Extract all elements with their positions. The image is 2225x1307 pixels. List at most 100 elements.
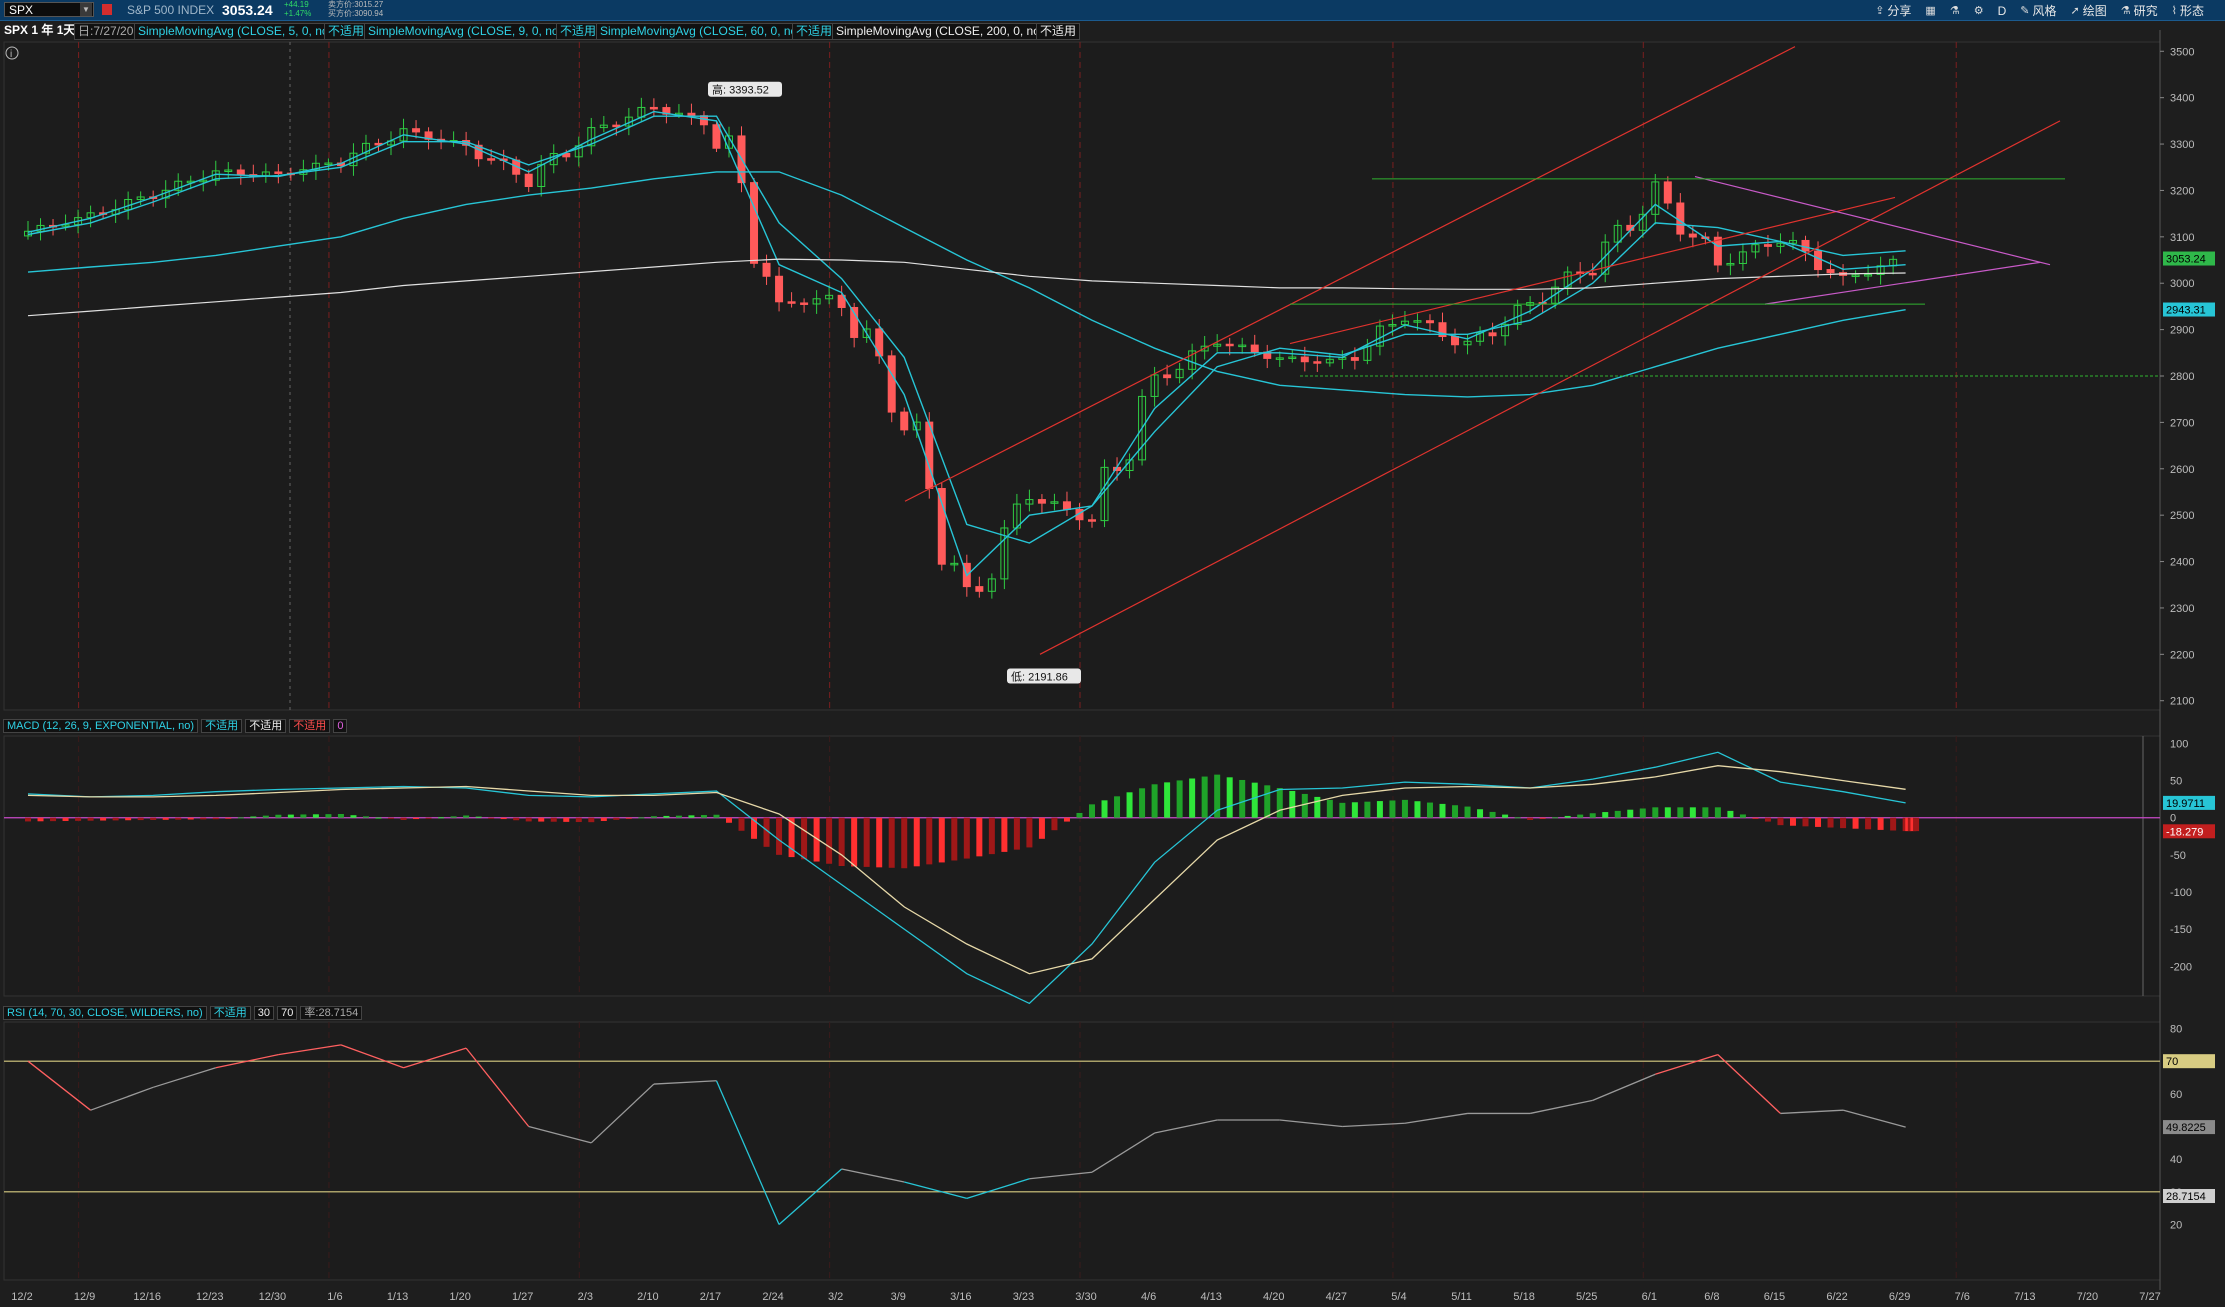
macd-histogram-up-bar bbox=[1689, 807, 1696, 818]
macd-histogram-down-bar bbox=[1001, 817, 1008, 852]
rsi-tick-label: 20 bbox=[2170, 1219, 2182, 1231]
down-candle bbox=[1663, 181, 1672, 204]
macd-histogram-up-bar bbox=[1401, 799, 1408, 818]
macd-histogram-down-bar bbox=[513, 817, 520, 821]
x-tick-label: 3/2 bbox=[828, 1291, 843, 1303]
macd-histogram-up-bar bbox=[1251, 782, 1258, 818]
x-tick-label: 6/15 bbox=[1764, 1291, 1785, 1303]
macd-tick-label: 0 bbox=[2170, 813, 2176, 825]
macd-histogram-down-bar bbox=[625, 817, 632, 819]
down-candle bbox=[1688, 233, 1697, 238]
x-tick-label: 4/6 bbox=[1141, 1291, 1156, 1303]
price-tick-label: 2100 bbox=[2170, 696, 2194, 708]
macd-histogram-up-bar bbox=[1477, 809, 1484, 818]
price-tick-label: 3100 bbox=[2170, 232, 2194, 244]
macd-histogram-up-bar bbox=[262, 815, 269, 818]
down-candle bbox=[887, 355, 896, 413]
down-candle bbox=[1763, 244, 1772, 247]
x-tick-label: 1/6 bbox=[327, 1291, 342, 1303]
x-tick-label: 1/13 bbox=[387, 1291, 408, 1303]
macd-histogram-up-bar bbox=[1414, 801, 1421, 818]
x-tick-label: 6/22 bbox=[1826, 1291, 1847, 1303]
macd-histogram-down-bar bbox=[976, 817, 983, 857]
macd-histogram-down-bar bbox=[225, 817, 232, 819]
chart-canvas[interactable]: 2100 2200 2300 2400 2500 2600 2700 2800 2900 3000… bbox=[0, 0, 2225, 1307]
low-annotation: 低: 2191.86 bbox=[1011, 671, 1068, 684]
macd-histogram-up-bar bbox=[1126, 792, 1133, 818]
macd-histogram-down-bar bbox=[550, 817, 557, 822]
macd-histogram-up-bar bbox=[312, 814, 319, 818]
macd-tick-label: -50 bbox=[2170, 850, 2186, 862]
macd-histogram-up-bar bbox=[1201, 776, 1208, 818]
x-tick-label: 2/24 bbox=[762, 1291, 783, 1303]
x-tick-label: 1/20 bbox=[449, 1291, 470, 1303]
macd-histogram-up-bar bbox=[1101, 800, 1108, 818]
macd-histogram-down-bar bbox=[776, 817, 783, 855]
macd-tick-label: 50 bbox=[2170, 776, 2182, 788]
macd-histogram-up-bar bbox=[350, 815, 357, 818]
x-tick-label: 2/3 bbox=[578, 1291, 593, 1303]
x-tick-label: 5/25 bbox=[1576, 1291, 1597, 1303]
macd-histogram-down-bar bbox=[1063, 817, 1070, 822]
macd-histogram-down-bar bbox=[488, 817, 495, 819]
macd-histogram-down-bar bbox=[563, 817, 570, 822]
macd-histogram-up-bar bbox=[1139, 788, 1146, 818]
macd-histogram-down-bar bbox=[1051, 817, 1058, 831]
macd-histogram-up-bar bbox=[250, 816, 257, 818]
x-tick-label: 4/13 bbox=[1200, 1291, 1221, 1303]
x-tick-label: 7/6 bbox=[1955, 1291, 1970, 1303]
macd-histogram-up-bar bbox=[1164, 782, 1171, 818]
x-tick-label: 2/10 bbox=[637, 1291, 658, 1303]
macd-diff-label: -18.279 bbox=[2166, 826, 2203, 838]
macd-histogram-down-bar bbox=[1764, 817, 1771, 822]
macd-histogram-down-bar bbox=[951, 817, 958, 861]
rsi-tick-label: 40 bbox=[2170, 1154, 2182, 1166]
price-tick-label: 2200 bbox=[2170, 649, 2194, 661]
macd-histogram-up-bar bbox=[638, 817, 645, 819]
macd-histogram-down-bar bbox=[400, 817, 407, 820]
x-tick-label: 7/27 bbox=[2139, 1291, 2160, 1303]
down-candle bbox=[1713, 236, 1722, 266]
x-tick-label: 12/2 bbox=[11, 1291, 32, 1303]
x-tick-label: 3/16 bbox=[950, 1291, 971, 1303]
macd-histogram-up-bar bbox=[325, 814, 332, 818]
x-tick-label: 5/11 bbox=[1451, 1291, 1472, 1303]
macd-histogram-up-bar bbox=[1276, 788, 1283, 818]
macd-histogram-up-bar bbox=[1176, 780, 1183, 818]
macd-histogram-down-bar bbox=[137, 817, 144, 821]
macd-histogram-down-bar bbox=[162, 817, 169, 820]
high-annotation: 高: 3393.52 bbox=[712, 83, 769, 97]
macd-histogram-down-bar bbox=[1827, 817, 1834, 828]
macd-histogram-down-bar bbox=[125, 817, 132, 821]
macd-histogram-up-bar bbox=[1677, 807, 1684, 818]
macd-pane-frame bbox=[3, 735, 2161, 997]
macd-histogram-up-bar bbox=[1301, 793, 1308, 818]
down-candle bbox=[975, 586, 984, 592]
macd-histogram-up-bar bbox=[1289, 790, 1296, 818]
x-tick-label: 6/1 bbox=[1642, 1291, 1657, 1303]
macd-histogram-up-bar bbox=[1489, 811, 1496, 818]
macd-histogram-up-bar bbox=[1564, 815, 1571, 818]
macd-histogram-down-bar bbox=[87, 817, 94, 821]
x-tick-label: 2/17 bbox=[700, 1291, 721, 1303]
macd-histogram-down-bar bbox=[200, 817, 207, 820]
macd-histogram-up-bar bbox=[362, 816, 369, 818]
rsi-level-label: 28.7154 bbox=[2166, 1191, 2206, 1203]
macd-histogram-down-bar bbox=[913, 817, 920, 867]
down-candle bbox=[649, 106, 658, 110]
macd-histogram-down-bar bbox=[863, 817, 870, 867]
macd-histogram-up-bar bbox=[1714, 807, 1721, 818]
x-tick-label: 4/20 bbox=[1263, 1291, 1284, 1303]
down-candle bbox=[1037, 499, 1046, 504]
macd-histogram-up-bar bbox=[1627, 809, 1634, 818]
macd-histogram-up-bar bbox=[1089, 804, 1095, 818]
macd-histogram-up-bar bbox=[300, 814, 307, 818]
macd-histogram-down-bar bbox=[926, 817, 933, 865]
macd-histogram-down-bar bbox=[1802, 817, 1809, 827]
down-candle bbox=[1488, 332, 1497, 337]
price-tick-label: 3300 bbox=[2170, 139, 2194, 151]
price-tick-label: 3200 bbox=[2170, 185, 2194, 197]
price-tick-label: 2800 bbox=[2170, 371, 2194, 383]
macd-histogram-up-bar bbox=[1364, 801, 1371, 818]
price-tick-label: 3000 bbox=[2170, 278, 2194, 290]
